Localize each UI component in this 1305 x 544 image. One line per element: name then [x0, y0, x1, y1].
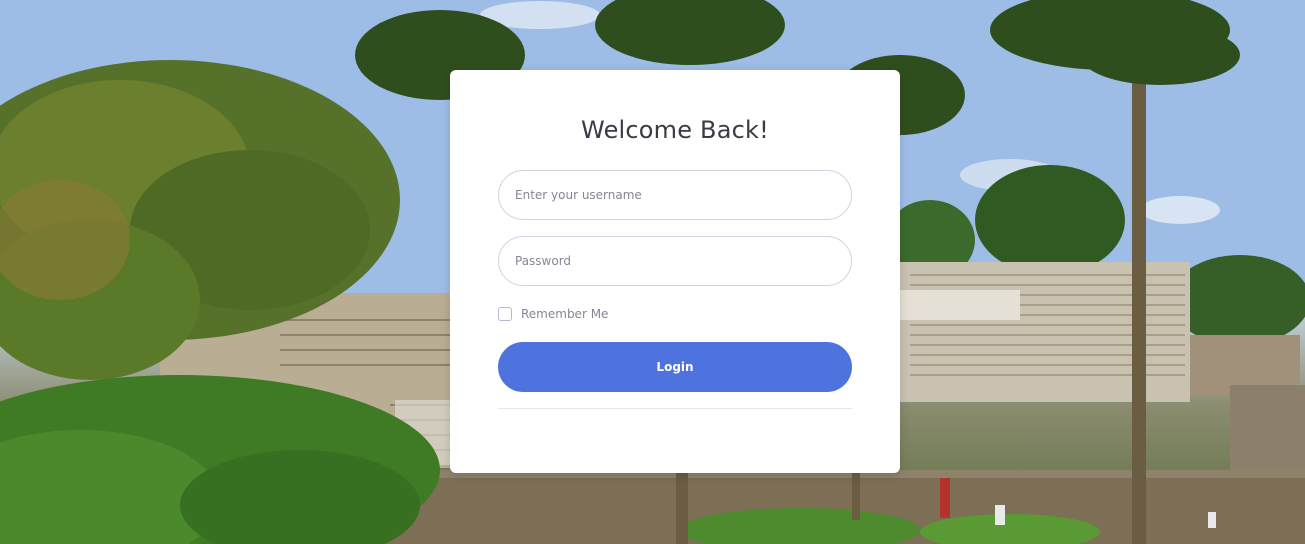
login-button[interactable]: Login	[498, 342, 852, 392]
welcome-title: Welcome Back!	[581, 116, 769, 144]
remember-me-checkbox[interactable]	[498, 307, 512, 321]
login-card: Welcome Back! Remember Me Login	[450, 70, 900, 473]
remember-me-label[interactable]: Remember Me	[521, 307, 608, 321]
remember-me-row[interactable]: Remember Me	[498, 306, 608, 322]
divider	[498, 408, 852, 409]
password-input[interactable]	[498, 236, 852, 286]
login-page: Welcome Back! Remember Me Login	[0, 0, 1305, 544]
username-input[interactable]	[498, 170, 852, 220]
